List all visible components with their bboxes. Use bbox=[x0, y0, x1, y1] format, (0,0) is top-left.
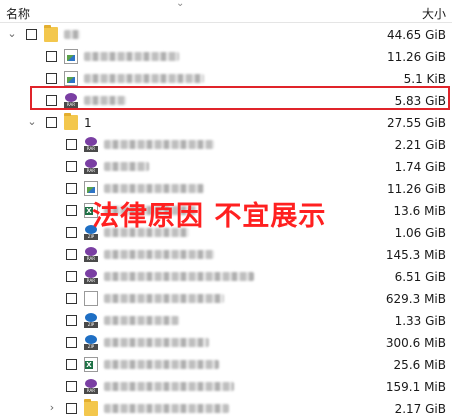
blank-file-icon bbox=[84, 291, 98, 306]
folder-row[interactable]: ⌄ 44.65 GiB bbox=[0, 24, 452, 46]
sort-chevron-icon[interactable]: ⌄ bbox=[176, 0, 184, 9]
file-size: 6.51 GiB bbox=[394, 270, 446, 284]
zip-archive-icon: ZIP bbox=[84, 313, 98, 328]
file-size: 629.3 MiB bbox=[385, 292, 446, 306]
expand-toggle-icon[interactable]: ⌄ bbox=[26, 115, 38, 129]
row-checkbox[interactable] bbox=[46, 73, 57, 84]
rar-archive-icon: RAR bbox=[84, 269, 98, 284]
redacted-file-name bbox=[104, 294, 224, 303]
file-size: 1.33 GiB bbox=[394, 314, 446, 328]
row-checkbox[interactable] bbox=[66, 381, 77, 392]
file-row[interactable]: RAR 6.51 GiB bbox=[0, 266, 452, 288]
file-size: 1.74 GiB bbox=[394, 160, 446, 174]
folder-icon bbox=[64, 113, 78, 130]
file-size: 1.06 GiB bbox=[394, 226, 446, 240]
redacted-file-name bbox=[84, 52, 179, 61]
row-checkbox[interactable] bbox=[66, 205, 77, 216]
file-size: 5.1 KiB bbox=[403, 72, 446, 86]
redacted-file-name bbox=[104, 250, 214, 259]
file-name: 1 bbox=[84, 116, 92, 130]
highlight-box bbox=[30, 86, 450, 110]
redacted-file-name bbox=[104, 162, 149, 171]
row-checkbox[interactable] bbox=[66, 161, 77, 172]
file-row[interactable]: ZIP 300.6 MiB bbox=[0, 332, 452, 354]
row-checkbox[interactable] bbox=[26, 29, 37, 40]
redacted-file-name bbox=[64, 30, 80, 39]
row-checkbox[interactable] bbox=[66, 271, 77, 282]
file-row[interactable]: 629.3 MiB bbox=[0, 288, 452, 310]
rar-archive-icon: RAR bbox=[84, 247, 98, 262]
file-size: 44.65 GiB bbox=[386, 28, 446, 42]
rar-archive-icon: RAR bbox=[84, 379, 98, 394]
file-row[interactable]: RAR 2.21 GiB bbox=[0, 134, 452, 156]
size-column-header[interactable]: 大小 bbox=[422, 5, 446, 22]
file-size: 25.6 MiB bbox=[393, 358, 446, 372]
image-file-icon bbox=[64, 71, 78, 86]
row-checkbox[interactable] bbox=[66, 403, 77, 414]
redacted-file-name bbox=[104, 316, 179, 325]
file-row[interactable]: ZIP 1.33 GiB bbox=[0, 310, 452, 332]
redacted-file-name bbox=[104, 338, 209, 347]
folder-icon bbox=[44, 25, 58, 42]
file-size: 11.26 GiB bbox=[386, 50, 446, 64]
expand-toggle-icon[interactable]: › bbox=[46, 401, 58, 415]
row-checkbox[interactable] bbox=[46, 117, 57, 128]
row-checkbox[interactable] bbox=[66, 139, 77, 150]
redacted-file-name bbox=[104, 382, 234, 391]
folder-row[interactable]: › 2.17 GiB bbox=[0, 398, 452, 420]
file-size: 13.6 MiB bbox=[393, 204, 446, 218]
file-size: 145.3 MiB bbox=[385, 248, 446, 262]
file-row[interactable]: RAR 159.1 MiB bbox=[0, 376, 452, 398]
row-checkbox[interactable] bbox=[66, 315, 77, 326]
redacted-file-name bbox=[104, 272, 254, 281]
redacted-file-name bbox=[84, 74, 204, 83]
row-checkbox[interactable] bbox=[66, 227, 77, 238]
redacted-file-name bbox=[104, 140, 214, 149]
row-checkbox[interactable] bbox=[46, 51, 57, 62]
redacted-file-name bbox=[104, 404, 229, 413]
restriction-overlay-text: 法律原因 不宜展示 bbox=[92, 201, 327, 232]
file-size: 159.1 MiB bbox=[385, 380, 446, 394]
file-row[interactable]: RAR 1.74 GiB bbox=[0, 156, 452, 178]
folder-icon bbox=[84, 399, 98, 416]
expand-toggle-icon[interactable]: ⌄ bbox=[6, 27, 18, 41]
excel-file-icon bbox=[84, 357, 98, 372]
file-row[interactable]: RAR 145.3 MiB bbox=[0, 244, 452, 266]
rar-archive-icon: RAR bbox=[84, 159, 98, 174]
rar-archive-icon: RAR bbox=[84, 137, 98, 152]
file-row[interactable]: 25.6 MiB bbox=[0, 354, 452, 376]
row-checkbox[interactable] bbox=[66, 293, 77, 304]
redacted-file-name bbox=[104, 184, 204, 193]
file-size: 2.21 GiB bbox=[394, 138, 446, 152]
zip-archive-icon: ZIP bbox=[84, 335, 98, 350]
row-checkbox[interactable] bbox=[66, 337, 77, 348]
row-checkbox[interactable] bbox=[66, 249, 77, 260]
file-size: 2.17 GiB bbox=[394, 402, 446, 416]
file-size: 11.26 GiB bbox=[386, 182, 446, 196]
file-size: 27.55 GiB bbox=[386, 116, 446, 130]
row-checkbox[interactable] bbox=[66, 183, 77, 194]
file-row[interactable]: 11.26 GiB bbox=[0, 46, 452, 68]
folder-row[interactable]: ⌄ 1 27.55 GiB bbox=[0, 112, 452, 134]
name-column-header[interactable]: 名称 bbox=[6, 5, 30, 22]
file-size: 300.6 MiB bbox=[385, 336, 446, 350]
image-file-icon bbox=[64, 49, 78, 64]
column-header: 名称 ⌄ 大小 bbox=[0, 0, 452, 23]
redacted-file-name bbox=[104, 360, 219, 369]
row-checkbox[interactable] bbox=[66, 359, 77, 370]
